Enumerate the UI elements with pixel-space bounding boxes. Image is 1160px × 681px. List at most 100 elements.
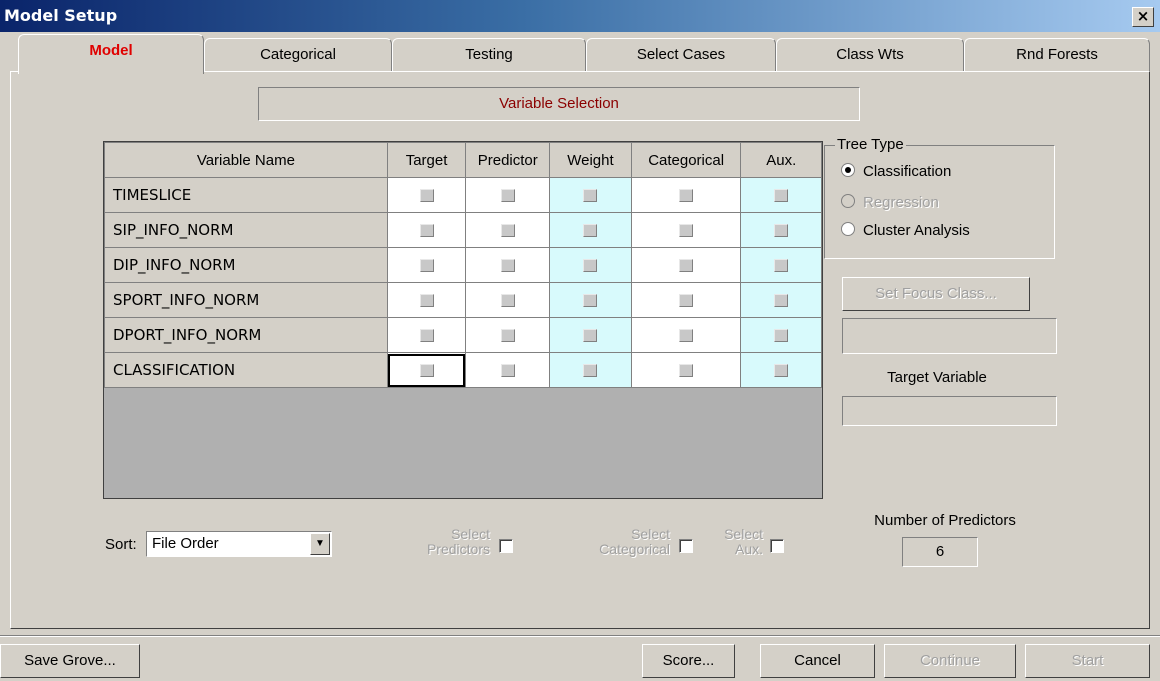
variable-name-cell[interactable]: DIP_INFO_NORM <box>104 247 388 283</box>
weight-cell[interactable] <box>549 212 632 248</box>
predictor-cell[interactable] <box>465 177 551 213</box>
table-row: CLASSIFICATION <box>104 352 822 388</box>
weight-cell[interactable] <box>549 352 632 388</box>
categorical-checkbox[interactable] <box>679 294 694 308</box>
table-row: TIMESLICE <box>104 177 822 213</box>
predictor-cell[interactable] <box>465 352 551 388</box>
target-checkbox[interactable] <box>419 364 434 378</box>
select-predictors-line2: Predictors <box>426 541 490 557</box>
select-categorical-line2: Categorical <box>599 541 670 557</box>
target-checkbox[interactable] <box>419 329 434 343</box>
target-checkbox[interactable] <box>419 224 434 238</box>
aux-cell[interactable] <box>740 177 822 213</box>
header-variable-name: Variable Name <box>104 142 388 178</box>
target-cell[interactable] <box>386 352 467 388</box>
variable-name-cell[interactable]: TIMESLICE <box>104 177 388 213</box>
predictor-cell[interactable] <box>465 317 551 353</box>
close-button[interactable]: × <box>1132 7 1154 27</box>
aux-checkbox[interactable] <box>774 294 789 308</box>
aux-checkbox[interactable] <box>774 224 789 238</box>
aux-cell[interactable] <box>740 352 822 388</box>
categorical-cell[interactable] <box>630 177 742 213</box>
weight-checkbox[interactable] <box>583 259 598 273</box>
predictor-checkbox[interactable] <box>500 189 515 203</box>
save-grove-button[interactable]: Save Grove... <box>0 644 140 678</box>
aux-cell[interactable] <box>740 247 822 283</box>
predictor-cell[interactable] <box>465 282 551 318</box>
categorical-checkbox[interactable] <box>679 259 694 273</box>
variable-selection-header: Variable Selection <box>258 87 860 121</box>
select-categorical-checkbox[interactable] <box>679 539 693 553</box>
score-button[interactable]: Score... <box>642 644 735 678</box>
select-aux-checkbox[interactable] <box>770 539 784 553</box>
variable-name-cell[interactable]: CLASSIFICATION <box>104 352 388 388</box>
select-aux-line2: Aux. <box>734 541 763 557</box>
sort-label: Sort: <box>105 536 137 553</box>
weight-checkbox[interactable] <box>583 364 598 378</box>
continue-button: Continue <box>884 644 1016 678</box>
categorical-checkbox[interactable] <box>679 189 694 203</box>
table-row: SPORT_INFO_NORM <box>104 282 822 318</box>
weight-cell[interactable] <box>549 177 632 213</box>
sort-select[interactable]: File Order ▼ <box>146 531 332 557</box>
predictor-cell[interactable] <box>465 247 551 283</box>
weight-cell[interactable] <box>549 247 632 283</box>
predictor-checkbox[interactable] <box>500 364 515 378</box>
aux-cell[interactable] <box>740 317 822 353</box>
aux-checkbox[interactable] <box>774 259 789 273</box>
target-cell[interactable] <box>386 317 467 353</box>
radio-classification[interactable]: Classification <box>841 163 951 180</box>
tab-model[interactable]: Model <box>18 34 204 74</box>
predictor-cell[interactable] <box>465 212 551 248</box>
radio-cluster-analysis[interactable]: Cluster Analysis <box>841 222 970 239</box>
aux-cell[interactable] <box>740 282 822 318</box>
target-cell[interactable] <box>386 177 467 213</box>
weight-checkbox[interactable] <box>583 329 598 343</box>
categorical-checkbox[interactable] <box>679 329 694 343</box>
radio-dot-icon[interactable] <box>841 222 855 236</box>
cancel-button[interactable]: Cancel <box>760 644 875 678</box>
categorical-checkbox[interactable] <box>679 364 694 378</box>
target-cell[interactable] <box>386 212 467 248</box>
radio-dot-icon[interactable] <box>841 163 855 177</box>
variable-name-cell[interactable]: SIP_INFO_NORM <box>104 212 388 248</box>
variable-name-cell[interactable]: DPORT_INFO_NORM <box>104 317 388 353</box>
target-cell[interactable] <box>386 247 467 283</box>
categorical-cell[interactable] <box>630 352 742 388</box>
predictor-checkbox[interactable] <box>500 329 515 343</box>
categorical-cell[interactable] <box>630 282 742 318</box>
target-checkbox[interactable] <box>419 189 434 203</box>
table-row: DPORT_INFO_NORM <box>104 317 822 353</box>
categorical-cell[interactable] <box>630 317 742 353</box>
weight-checkbox[interactable] <box>583 224 598 238</box>
predictor-checkbox[interactable] <box>500 259 515 273</box>
radio-label: Cluster Analysis <box>863 222 970 239</box>
start-button: Start <box>1025 644 1150 678</box>
select-categorical-label: Select Categorical <box>560 527 670 557</box>
categorical-cell[interactable] <box>630 212 742 248</box>
tab-rnd-forests[interactable]: Rnd Forests <box>964 38 1150 72</box>
weight-checkbox[interactable] <box>583 189 598 203</box>
tab-categorical[interactable]: Categorical <box>204 38 392 72</box>
chevron-down-icon[interactable]: ▼ <box>310 533 330 555</box>
weight-cell[interactable] <box>549 282 632 318</box>
aux-checkbox[interactable] <box>774 364 789 378</box>
aux-checkbox[interactable] <box>774 329 789 343</box>
aux-checkbox[interactable] <box>774 189 789 203</box>
predictor-checkbox[interactable] <box>500 224 515 238</box>
window-title: Model Setup <box>4 6 118 25</box>
tab-testing[interactable]: Testing <box>392 38 586 72</box>
target-checkbox[interactable] <box>419 294 434 308</box>
categorical-checkbox[interactable] <box>679 224 694 238</box>
aux-cell[interactable] <box>740 212 822 248</box>
target-checkbox[interactable] <box>419 259 434 273</box>
select-predictors-checkbox[interactable] <box>499 539 513 553</box>
categorical-cell[interactable] <box>630 247 742 283</box>
target-cell[interactable] <box>386 282 467 318</box>
predictor-checkbox[interactable] <box>500 294 515 308</box>
tab-select-cases[interactable]: Select Cases <box>586 38 776 72</box>
target-variable-label: Target Variable <box>887 369 987 386</box>
weight-cell[interactable] <box>549 317 632 353</box>
weight-checkbox[interactable] <box>583 294 598 308</box>
variable-name-cell[interactable]: SPORT_INFO_NORM <box>104 282 388 318</box>
